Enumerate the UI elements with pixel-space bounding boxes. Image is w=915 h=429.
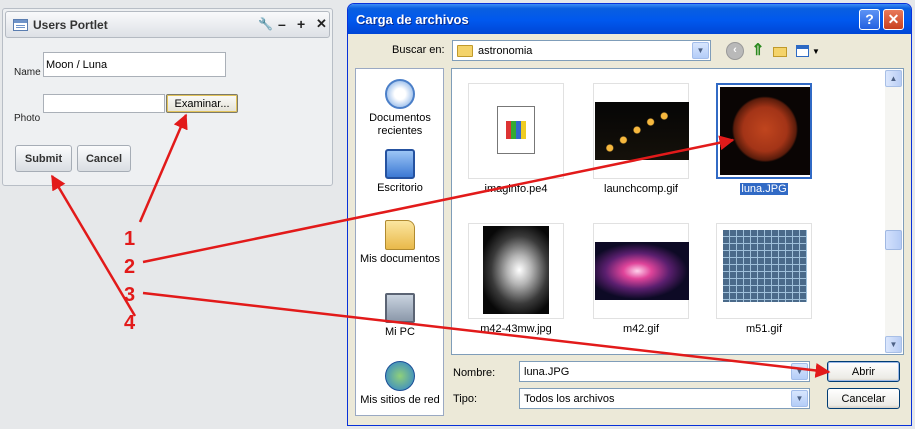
step-number-2: 2: [124, 256, 136, 278]
arrow-to-moon-file: [142, 135, 735, 264]
step-number-1: 1: [124, 228, 136, 250]
arrow-to-browse: [138, 113, 188, 223]
step-number-3: 3: [124, 284, 136, 306]
arrow-to-open-button: [142, 291, 831, 378]
annotation-arrows: [50, 113, 831, 378]
step-number-4: 4: [124, 312, 136, 334]
arrow-to-submit: [50, 174, 137, 317]
